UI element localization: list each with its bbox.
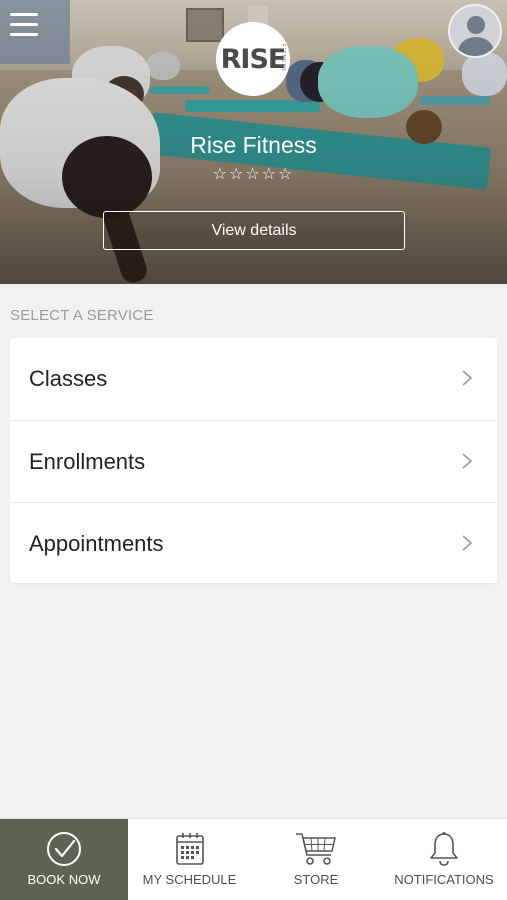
tab-book-now[interactable]: BOOK NOW <box>0 819 128 900</box>
service-item-classes[interactable]: Classes <box>10 338 497 420</box>
service-item-enrollments[interactable]: Enrollments <box>10 420 497 502</box>
tab-label: NOTIFICATIONS <box>394 872 494 887</box>
tab-my-schedule[interactable]: MY SCHEDULE <box>128 819 251 900</box>
bottom-tab-bar: BOOK NOW MY SCHEDULE STORE NOTIFICATIONS <box>0 818 507 900</box>
tab-label: MY SCHEDULE <box>142 872 237 887</box>
section-label: SELECT A SERVICE <box>10 307 154 324</box>
hamburger-menu-icon[interactable] <box>10 13 38 39</box>
service-label: Appointments <box>29 530 164 556</box>
service-label: Classes <box>29 366 108 391</box>
rating-stars: ☆☆☆☆☆ <box>212 166 295 183</box>
chevron-right-icon <box>462 535 473 551</box>
studio-logo: RISE FITNESS <box>216 22 290 96</box>
service-item-appointments[interactable]: Appointments <box>10 502 497 584</box>
user-avatar-icon[interactable] <box>448 4 502 58</box>
calendar-icon <box>175 833 204 865</box>
studio-name: Rise Fitness <box>190 132 317 158</box>
bell-icon <box>430 832 458 866</box>
chevron-right-icon <box>462 453 473 469</box>
tab-notifications[interactable]: NOTIFICATIONS <box>381 819 507 900</box>
check-circle-icon <box>47 832 81 866</box>
service-label: Enrollments <box>29 448 146 474</box>
logo-text: RISE <box>220 43 287 75</box>
tab-store[interactable]: STORE <box>251 819 381 900</box>
hero-banner: RISE FITNESS Rise Fitness ☆☆☆☆☆ View det… <box>0 0 507 284</box>
chevron-right-icon <box>462 370 473 386</box>
view-details-button[interactable]: View details <box>103 211 405 250</box>
shopping-cart-icon <box>296 833 336 865</box>
service-list: Classes Enrollments Appointments <box>10 338 497 583</box>
tab-label: BOOK NOW <box>27 872 101 887</box>
tab-label: STORE <box>293 872 339 887</box>
logo-subtext: FITNESS <box>280 44 286 73</box>
